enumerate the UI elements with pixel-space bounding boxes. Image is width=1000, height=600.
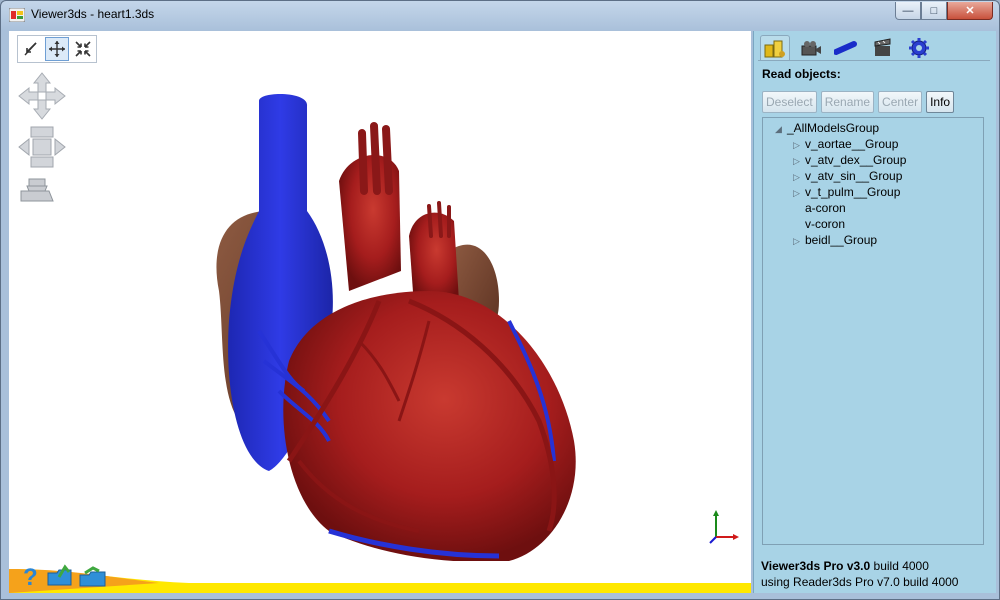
tree-item-label: v-coron [805,217,846,231]
light-tab-icon [834,41,857,55]
select-tool-button[interactable] [19,37,43,61]
tab-light[interactable] [832,35,862,61]
tab-objects[interactable] [760,35,790,61]
axis-gizmo [709,510,739,544]
app-window: Viewer3ds - heart1.3ds — □ ✕ ? Read obje… [0,0,1000,600]
objects-panel: Read objects: Deselect Rename Center Inf… [753,31,996,593]
rotate-navigation-control[interactable] [17,125,67,169]
maximize-icon: □ [930,4,938,17]
tree-item-label: v_aortae__Group [805,137,899,151]
close-icon: ✕ [965,5,975,17]
pan-navigation-control[interactable] [17,71,67,121]
object-tree[interactable]: ◢ _AllModelsGroup ▷ v_aortae__Group ▷ v_atv… [762,117,984,545]
save-folder-icon[interactable] [77,563,109,589]
tree-item[interactable]: ▷ v_t_pulm__Group [793,184,900,200]
expand-arrow-icon[interactable]: ▷ [793,169,805,185]
tree-item[interactable]: ▷ v_atv_sin__Group [793,168,902,184]
help-icon[interactable]: ? [19,563,43,589]
tree-item[interactable]: ▷ v_atv_dex__Group [793,152,906,168]
tab-animation[interactable] [868,35,898,61]
tree-item-label: v_t_pulm__Group [805,185,901,199]
tab-settings[interactable] [904,35,934,61]
expand-arrow-icon[interactable]: ▷ [793,185,805,201]
3d-viewport[interactable]: ? [9,31,751,593]
svg-text:?: ? [23,564,38,589]
expand-arrow-icon[interactable]: ▷ [793,153,805,169]
tree-item[interactable]: ◢ _AllModelsGroup [775,120,879,136]
reader-status: using Reader3ds Pro v7.0 build 4000 [761,575,959,589]
rename-button[interactable]: Rename [820,91,875,113]
heart-3d-model[interactable] [179,61,609,561]
minimize-button[interactable]: — [895,2,921,20]
objects-tab-icon [764,40,785,57]
zoom-extents-tool-button[interactable] [71,37,95,61]
app-icon [9,8,25,22]
tree-item[interactable]: v-coron [793,216,845,232]
tree-item[interactable]: ▷ v_aortae__Group [793,136,898,152]
collapse-arrows-icon [75,41,91,57]
view-toolbar [17,35,97,63]
version-status: Viewer3ds Pro v3.0 build 4000 [761,559,929,573]
settings-gear-icon [909,38,929,58]
expand-arrow-icon[interactable]: ▷ [793,233,805,249]
deselect-button[interactable]: Deselect [762,91,817,113]
zoom-navigation-control[interactable] [17,177,57,207]
pointer-arrow-icon [24,42,37,56]
expand-arrow-icon[interactable]: ▷ [793,137,805,153]
product-name: Viewer3ds Pro v3.0 [761,559,871,573]
bottom-band [9,569,751,593]
tree-item-label: _AllModelsGroup [787,121,880,135]
close-button[interactable]: ✕ [947,2,993,20]
open-folder-icon[interactable] [45,563,75,589]
minimize-icon: — [902,4,914,17]
animation-tab-icon [874,38,891,56]
camera-tab-icon [801,41,821,56]
tree-item-label: a-coron [805,201,846,215]
window-title: Viewer3ds - heart1.3ds [31,7,155,21]
move-arrows-icon [49,41,65,57]
tab-camera[interactable] [796,35,826,61]
center-button[interactable]: Center [878,91,923,113]
tab-divider [758,60,990,61]
tree-item[interactable]: a-coron [793,200,846,216]
build-text: build 4000 [870,559,929,573]
title-bar[interactable]: Viewer3ds - heart1.3ds — □ ✕ [1,1,999,29]
tree-item-label: v_atv_sin__Group [805,169,903,183]
read-objects-label: Read objects: [762,67,841,81]
tree-item-label: beidl__Group [805,233,878,247]
tree-item-label: v_atv_dex__Group [805,153,907,167]
expand-arrow-icon[interactable]: ◢ [775,121,787,137]
pan-tool-button[interactable] [45,37,69,61]
tree-item[interactable]: ▷ beidl__Group [793,232,877,248]
maximize-button[interactable]: □ [921,2,947,20]
info-button[interactable]: Info [926,91,955,113]
